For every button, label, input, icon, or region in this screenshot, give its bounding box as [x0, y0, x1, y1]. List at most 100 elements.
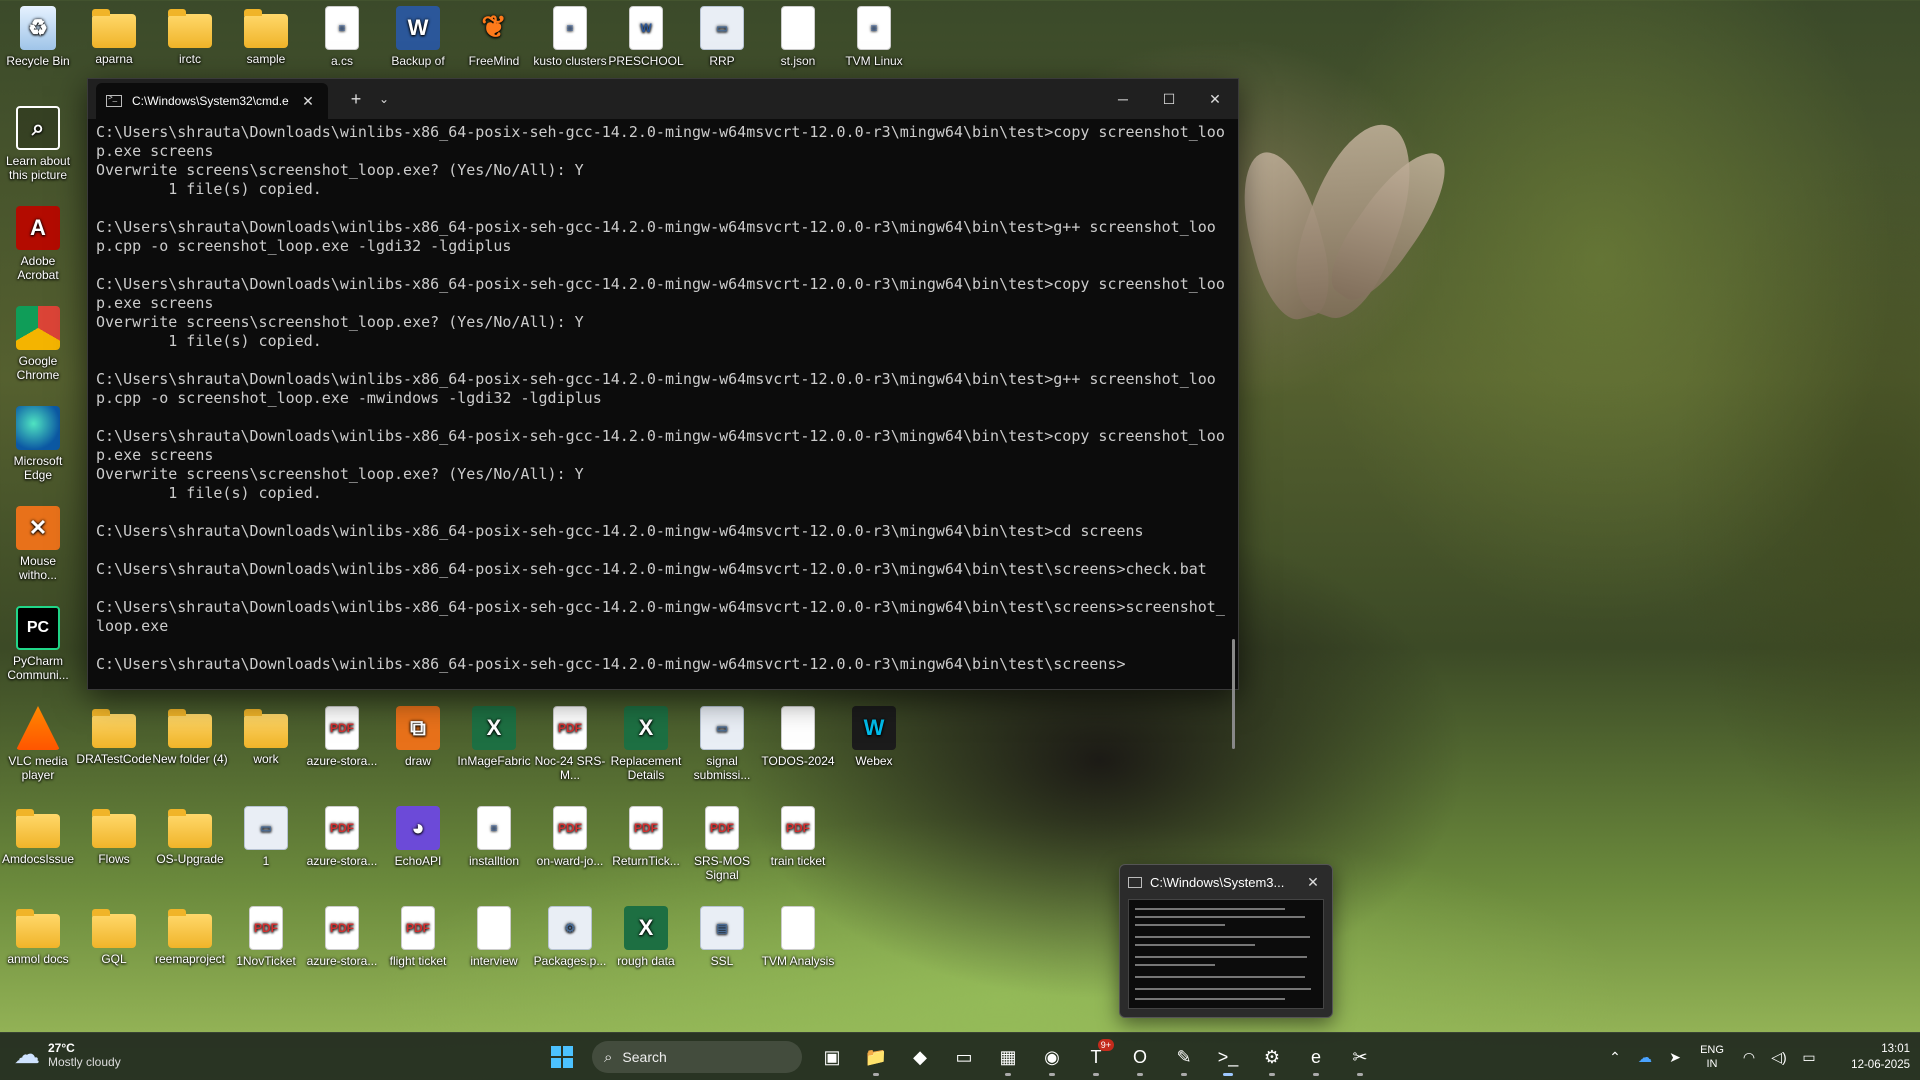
clock[interactable]: 13:01 12-06-2025 — [1824, 1041, 1920, 1073]
desktop-icon-azure-stora-3[interactable]: PDF azure-stora... — [304, 906, 380, 968]
desktop-icon-microsoft-edge[interactable]: Microsoft Edge — [0, 406, 76, 482]
taskbar-apps: ⌕ Search ▣ 📁 ◆ ▭ ▦ ◉ T 9+ O ✎ >_ ⚙ e ✂ — [540, 1037, 1382, 1077]
taskbar-window-preview[interactable]: C:\Windows\System3... ✕ — [1119, 864, 1333, 1018]
close-button[interactable]: ✕ — [1192, 79, 1238, 119]
start-button[interactable] — [542, 1037, 582, 1077]
desktop-icon-new-folder-4[interactable]: New folder (4) — [152, 706, 228, 766]
desktop-icon-webex[interactable]: W Webex — [836, 706, 912, 768]
taskbar-app-settings[interactable]: ⚙ — [1252, 1037, 1292, 1077]
desktop-icon-pycharm[interactable]: PC PyCharm Communi... — [0, 606, 76, 682]
weather-widget[interactable]: ☁ 27°C Mostly cloudy — [14, 1039, 121, 1070]
webex-icon: W — [852, 706, 896, 750]
desktop-icon-ssl[interactable]: ▤ SSL — [684, 906, 760, 968]
desktop-icon-label: ReturnTick... — [612, 854, 680, 868]
desktop-icon-echoapi[interactable]: ◕ EchoAPI — [380, 806, 456, 868]
desktop-icon-preschool[interactable]: W PRESCHOOL — [608, 6, 684, 68]
desktop-icon-on-ward-jo[interactable]: PDF on-ward-jo... — [532, 806, 608, 868]
desktop-icon-azure-stora-1[interactable]: PDF azure-stora... — [304, 706, 380, 768]
terminal-line: 1 file(s) copied. — [96, 484, 322, 502]
terminal-output[interactable]: C:\Users\shrauta\Downloads\winlibs-x86_6… — [88, 119, 1238, 691]
battery-icon[interactable]: ▭ — [1794, 1049, 1824, 1066]
desktop-icon-inmagefabric[interactable]: X InMageFabric — [456, 706, 532, 768]
taskbar-app-edge[interactable]: e — [1296, 1037, 1336, 1077]
language-bottom: IN — [1706, 1058, 1718, 1070]
taskbar-app-outlook[interactable]: O — [1120, 1037, 1160, 1077]
desktop-icon-rough-data[interactable]: Xrough data — [608, 906, 684, 968]
desktop-icon-noc-24[interactable]: PDF Noc-24 SRS-M... — [532, 706, 608, 782]
taskbar-app-window-app[interactable]: ▭ — [944, 1037, 984, 1077]
volume-icon[interactable]: ◁) — [1764, 1049, 1794, 1066]
desktop-icon-kusto-clusters[interactable]: ≡ kusto clusters — [532, 6, 608, 68]
taskbar-app-snipping-tool[interactable]: ✂ — [1340, 1037, 1380, 1077]
preview-thumbnail[interactable] — [1128, 899, 1324, 1009]
search-input[interactable]: ⌕ Search — [592, 1041, 802, 1073]
desktop-icon-sample[interactable]: sample — [228, 6, 304, 66]
desktop-icon-vlc[interactable]: VLC media player — [0, 706, 76, 782]
desktop-icon-installtion[interactable]: ≡ installtion — [456, 806, 532, 868]
outlook-icon: O — [1132, 1046, 1147, 1067]
minimize-button[interactable]: ─ — [1100, 79, 1146, 119]
preview-close-icon[interactable]: ✕ — [1302, 874, 1324, 891]
close-tab-icon[interactable]: ✕ — [298, 93, 318, 110]
desktop-icon-a-cs[interactable]: ≡ a.cs — [304, 6, 380, 68]
desktop-icon-flight-ticket[interactable]: PDF flight ticket — [380, 906, 456, 968]
maximize-button[interactable]: ☐ — [1146, 79, 1192, 119]
desktop-icon-rrp[interactable]: ▭ RRP — [684, 6, 760, 68]
cmd-titlebar[interactable]: C:\Windows\System32\cmd.e ✕ + ⌄ ─ ☐ ✕ — [88, 79, 1238, 119]
desktop-icon-one[interactable]: ▭ 1 — [228, 806, 304, 868]
taskbar-app-task-view[interactable]: ▣ — [812, 1037, 852, 1077]
terminal-line: C:\Users\shrauta\Downloads\winlibs-x86_6… — [96, 218, 1216, 255]
desktop-icon-draw[interactable]: ⧉ draw — [380, 706, 456, 768]
desktop-icon-st-json[interactable]: st.json — [760, 6, 836, 68]
desktop-icon-recycle-bin[interactable]: ♻ Recycle Bin — [0, 6, 76, 68]
desktop-icon-backup-of[interactable]: W Backup of — [380, 6, 456, 68]
copilot-icon: ◆ — [913, 1046, 927, 1067]
location-icon[interactable]: ➤ — [1660, 1049, 1690, 1066]
cmd-window[interactable]: C:\Windows\System32\cmd.e ✕ + ⌄ ─ ☐ ✕ C:… — [87, 78, 1239, 749]
desktop-icon-work[interactable]: work — [228, 706, 304, 766]
desktop-icon-label: InMageFabric — [457, 754, 531, 768]
desktop-icon-freemind[interactable]: ❦ FreeMind — [456, 6, 532, 69]
desktop-icon-amdocsissue[interactable]: AmdocsIssue — [0, 806, 76, 866]
cmd-tab[interactable]: C:\Windows\System32\cmd.e ✕ — [96, 83, 328, 119]
desktop-icon-packages-p[interactable]: ⚙ Packages.p... — [532, 906, 608, 968]
desktop-icon-srs-mos-signal[interactable]: PDF SRS-MOS Signal — [684, 806, 760, 882]
desktop-icon-returntick[interactable]: PDF ReturnTick... — [608, 806, 684, 868]
chevron-up-icon[interactable]: ⌃ — [1600, 1049, 1630, 1066]
taskbar-app-file-explorer[interactable]: 📁 — [856, 1037, 896, 1077]
desktop-icon-tvm-linux[interactable]: ≡ TVM Linux — [836, 6, 912, 68]
cloud-icon: ☁ — [14, 1039, 40, 1069]
desktop-icon-mouse-without[interactable]: ✕ Mouse witho... — [0, 506, 76, 582]
desktop-icon-interview[interactable]: interview — [456, 906, 532, 968]
taskbar-app-notepad[interactable]: ✎ — [1164, 1037, 1204, 1077]
desktop-icon-gql[interactable]: GQL — [76, 906, 152, 966]
taskbar-app-copilot[interactable]: ◆ — [900, 1037, 940, 1077]
desktop-icon-train-ticket[interactable]: PDF train ticket — [760, 806, 836, 868]
desktop-icon-azure-stora-2[interactable]: PDF azure-stora... — [304, 806, 380, 868]
language-indicator[interactable]: ENG IN — [1690, 1043, 1734, 1071]
desktop-icon-signal-submissi[interactable]: ▭ signal submissi... — [684, 706, 760, 782]
desktop-icon-replacement-details[interactable]: X Replacement Details — [608, 706, 684, 782]
desktop-icon-irctc[interactable]: irctc — [152, 6, 228, 66]
desktop-icon-flows[interactable]: Flows — [76, 806, 152, 866]
chevron-down-icon[interactable]: ⌄ — [370, 92, 398, 106]
taskbar-app-teams[interactable]: T 9+ — [1076, 1037, 1116, 1077]
desktop-icon-reemaproject[interactable]: reemaproject — [152, 906, 228, 966]
desktop-icon-learn-about[interactable]: ⌕ Learn about this picture — [0, 106, 76, 182]
taskbar-app-chrome[interactable]: ◉ — [1032, 1037, 1072, 1077]
desktop-icon-aparna[interactable]: aparna — [76, 6, 152, 66]
desktop-icon-dratestcode[interactable]: DRATestCode — [76, 706, 152, 766]
desktop-icon-tvm-analysis[interactable]: TVM Analysis — [760, 906, 836, 968]
desktop-icon-adobe-acrobat[interactable]: A Adobe Acrobat — [0, 206, 76, 282]
taskbar-app-photo-app[interactable]: ▦ — [988, 1037, 1028, 1077]
taskbar-app-terminal[interactable]: >_ — [1208, 1037, 1248, 1077]
new-tab-button[interactable]: + — [342, 89, 370, 110]
desktop-icon-os-upgrade[interactable]: OS-Upgrade — [152, 806, 228, 866]
desktop-icon-todos-2024[interactable]: TODOS-2024 — [760, 706, 836, 768]
desktop-icon-1novticket[interactable]: PDF 1NovTicket — [228, 906, 304, 968]
desktop-icon-google-chrome[interactable]: Google Chrome — [0, 306, 76, 382]
wifi-icon[interactable]: ◠ — [1734, 1049, 1764, 1066]
desktop-icon-anmol-docs[interactable]: anmol docs — [0, 906, 76, 966]
onedrive-icon[interactable]: ☁ — [1630, 1049, 1660, 1066]
scrollbar[interactable] — [1232, 639, 1235, 749]
